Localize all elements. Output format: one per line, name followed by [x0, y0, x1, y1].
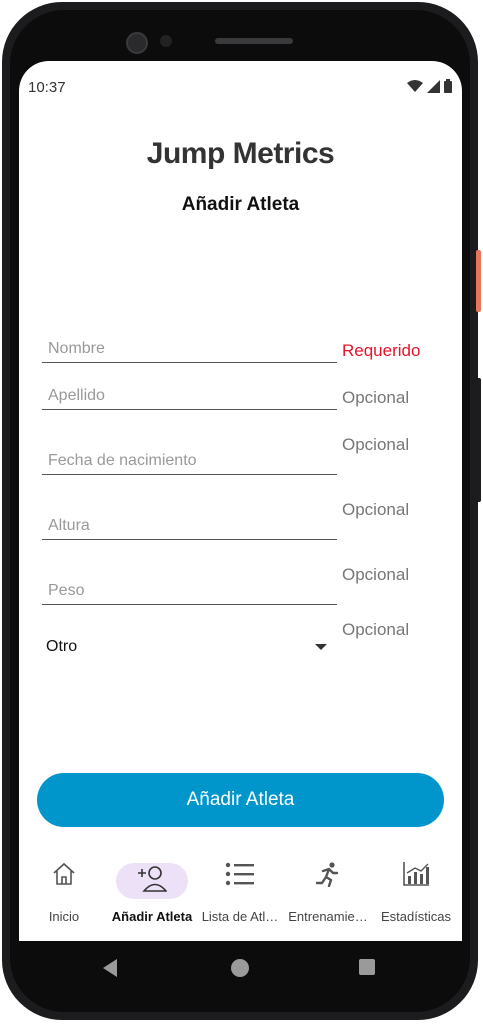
- apellido-hint: Opcional: [342, 388, 410, 407]
- bar-chart-icon: [401, 861, 431, 887]
- nav-item-anadir-atleta[interactable]: Añadir Atleta: [107, 851, 197, 931]
- peso-hint: Opcional: [342, 565, 410, 584]
- nombre-hint: Requerido: [342, 341, 421, 360]
- speaker-grille: [215, 38, 293, 44]
- wifi-icon: [407, 79, 423, 92]
- camera-icon: [126, 32, 148, 54]
- add-person-icon: [137, 865, 167, 892]
- app-title: Jump Metrics: [146, 137, 335, 170]
- fecha-nacimiento-input[interactable]: [42, 452, 343, 474]
- screen: 10:37 Jump Metrics Añadir Atleta Requeri…: [19, 61, 462, 941]
- home-button-icon[interactable]: [231, 959, 249, 977]
- status-bar: 10:37: [19, 61, 462, 97]
- peso-input[interactable]: [42, 582, 343, 604]
- nav-label-estadisticas: Estadísticas: [380, 909, 452, 924]
- altura-input[interactable]: [42, 517, 343, 539]
- home-icon: [49, 861, 79, 887]
- peso-field: [42, 582, 343, 605]
- nav-item-lista-atletas[interactable]: Lista de Atl…: [195, 851, 285, 931]
- nav-item-entrenamientos[interactable]: Entrenamie…: [283, 851, 373, 931]
- nombre-field: [42, 340, 343, 363]
- nav-item-inicio[interactable]: Inicio: [19, 851, 109, 931]
- signal-icon: [427, 79, 440, 93]
- page-subtitle: Añadir Atleta: [181, 194, 300, 215]
- select-hint: Opcional: [342, 620, 410, 639]
- apellido-input[interactable]: [42, 387, 343, 409]
- status-icons: [407, 79, 452, 93]
- back-icon[interactable]: [103, 959, 117, 977]
- gender-select-value: Otro: [46, 638, 78, 655]
- list-icon: [225, 861, 255, 887]
- system-navigation-bar: [0, 941, 483, 1001]
- sensor-icon: [160, 35, 172, 47]
- battery-icon: [444, 79, 452, 93]
- running-icon: [313, 861, 343, 887]
- nombre-input[interactable]: [42, 340, 343, 362]
- gender-select[interactable]: Otro: [42, 632, 332, 662]
- apellido-field: [42, 387, 343, 410]
- power-button: [476, 250, 481, 312]
- nav-item-estadisticas[interactable]: Estadísticas: [371, 851, 461, 931]
- add-athlete-button[interactable]: Añadir Atleta: [37, 773, 444, 827]
- bottom-navigation: Inicio Añadir Atleta Lista de Atl… Entre…: [19, 851, 462, 941]
- fecha-hint: Opcional: [342, 435, 410, 454]
- altura-field: [42, 517, 343, 540]
- volume-button: [476, 378, 481, 502]
- dropdown-caret-icon: [315, 644, 327, 650]
- altura-hint: Opcional: [342, 500, 410, 519]
- status-time: 10:37: [28, 79, 66, 96]
- recents-icon[interactable]: [359, 959, 375, 975]
- fecha-field: [42, 452, 343, 475]
